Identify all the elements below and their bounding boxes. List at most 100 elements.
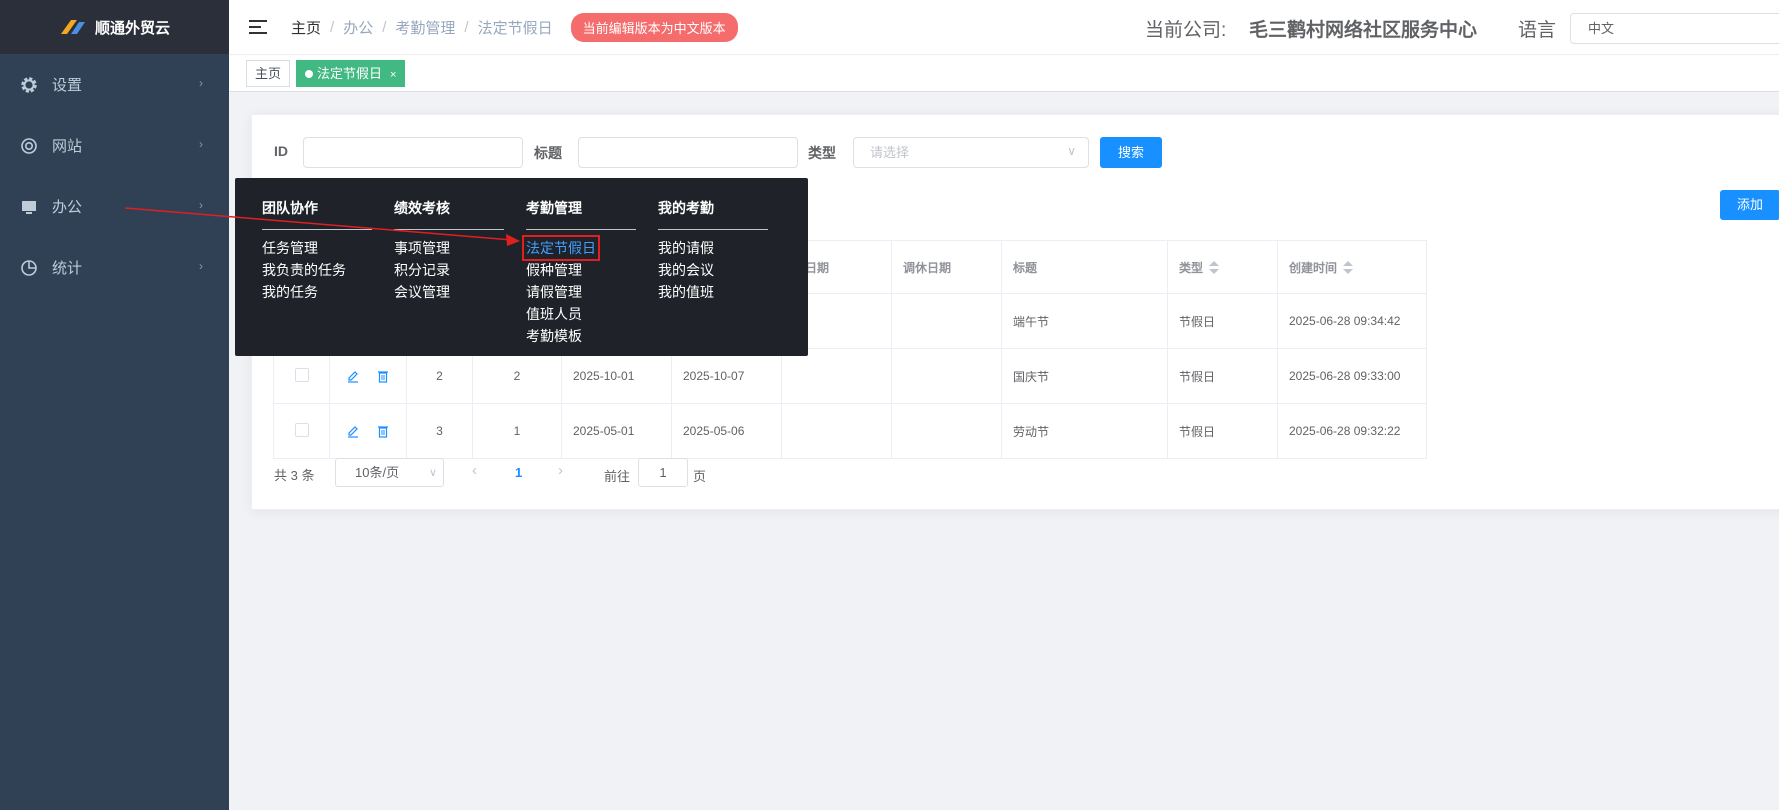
language-version-badge: 当前编辑版本为中文版本 (570, 12, 738, 42)
logo-icon (60, 20, 85, 34)
active-dot-icon (305, 70, 313, 78)
office-mega-menu: 团队协作 任务管理 我负责的任务 我的任务 绩效考核 事项管理 积分记录 会议管… (235, 178, 808, 356)
cell-days: 1 (472, 403, 562, 459)
cell-end: 2025-05-06 (671, 403, 782, 459)
table-row: 3 1 2025-05-01 2025-05-06 劳动节 节假日 2025-0… (273, 403, 1427, 459)
menu-item-my-duty[interactable]: 我的值班 (658, 281, 768, 303)
delete-icon[interactable] (376, 369, 390, 384)
next-page-icon[interactable]: › (558, 462, 563, 479)
language-select[interactable]: 中文 (1570, 13, 1779, 44)
chevron-right-icon: › (199, 76, 203, 90)
page-suffix: 页 (693, 469, 707, 484)
menu-column-team: 团队协作 任务管理 我负责的任务 我的任务 (262, 198, 372, 303)
goto-page-input[interactable]: 1 (638, 458, 688, 487)
hamburger-icon[interactable] (249, 20, 267, 34)
menu-column-title: 我的考勤 (658, 198, 768, 230)
goto-label: 前往 (604, 469, 631, 484)
menu-item-my-leave[interactable]: 我的请假 (658, 237, 768, 259)
menu-item-task-management[interactable]: 任务管理 (262, 237, 372, 259)
add-button[interactable]: 添加 (1720, 190, 1779, 220)
delete-icon[interactable] (376, 424, 390, 439)
tag-label: 法定节假日 (317, 66, 383, 81)
menu-column-title: 团队协作 (262, 198, 372, 230)
cell-id: 3 (406, 403, 473, 459)
pagination-total: 共 3 条 (274, 468, 315, 483)
table-row: 2 2 2025-10-01 2025-10-07 国庆节 节假日 2025-0… (273, 348, 1427, 404)
sort-icon[interactable] (1209, 261, 1220, 275)
page-size-select[interactable]: 10条/页 ∨ (335, 458, 444, 487)
col-type[interactable]: 类型 (1167, 240, 1278, 294)
page-number-current[interactable]: 1 (515, 465, 522, 480)
company-label: 当前公司: (1145, 20, 1227, 41)
menu-item-legal-holidays[interactable]: 法定节假日 (522, 235, 600, 261)
breadcrumb-separator: / (464, 18, 469, 36)
cell-days: 2 (472, 348, 562, 404)
row-select-cell (273, 403, 330, 459)
cell-end: 2025-10-07 (671, 348, 782, 404)
menu-item-attendance-templates[interactable]: 考勤模板 (526, 325, 636, 347)
row-checkbox[interactable] (294, 422, 309, 437)
sidebar-item-office[interactable]: 办公 › (0, 176, 229, 237)
sidebar-item-website[interactable]: 网站 › (0, 115, 229, 176)
prev-page-icon[interactable]: ‹ (472, 462, 477, 479)
cell-title: 国庆节 (1001, 348, 1168, 404)
col-created[interactable]: 创建时间 (1277, 240, 1427, 294)
menu-item-meeting-management[interactable]: 会议管理 (394, 281, 504, 303)
cell-work-date (781, 403, 892, 459)
cell-type: 节假日 (1167, 403, 1278, 459)
cell-start: 2025-10-01 (561, 348, 672, 404)
monitor-icon (20, 198, 38, 216)
row-checkbox[interactable] (294, 367, 309, 382)
menu-item-duty-staff[interactable]: 值班人员 (526, 303, 636, 325)
company-name: 毛三鹳村网络社区服务中心 (1249, 20, 1478, 41)
breadcrumb-holidays: 法定节假日 (477, 19, 553, 37)
type-label: 类型 (808, 145, 836, 161)
col-title: 标题 (1001, 240, 1168, 294)
sidebar-item-settings[interactable]: 设置 › (0, 54, 229, 115)
id-input[interactable] (303, 137, 523, 168)
breadcrumb-separator: / (330, 18, 335, 36)
sidebar-item-stats[interactable]: 统计 › (0, 237, 229, 298)
gear-icon (20, 76, 38, 94)
search-button[interactable]: 搜索 (1100, 137, 1162, 168)
sidebar-item-label: 办公 (52, 199, 83, 216)
edit-icon[interactable] (346, 369, 360, 384)
cell-start: 2025-05-01 (561, 403, 672, 459)
close-icon[interactable]: × (390, 69, 396, 81)
row-actions-cell (329, 348, 407, 404)
menu-column-title: 绩效考核 (394, 198, 504, 230)
sidebar: 顺通外贸云 设置 › 网站 › 办公 › 统计 › (0, 0, 229, 810)
menu-item-points-record[interactable]: 积分记录 (394, 259, 504, 281)
menu-item-matters[interactable]: 事项管理 (394, 237, 504, 259)
top-navbar: 主页 / 办公 / 考勤管理 / 法定节假日 当前编辑版本为中文版本 当前公司:… (229, 0, 1779, 55)
language-label: 语言 (1518, 20, 1557, 41)
app-name: 顺通外贸云 (94, 19, 170, 37)
title-input[interactable] (578, 137, 798, 168)
tag-holidays[interactable]: 法定节假日 × (296, 60, 406, 87)
app-logo[interactable]: 顺通外贸云 (0, 0, 229, 54)
breadcrumb-office: 办公 (343, 19, 374, 37)
breadcrumb: 主页 / 办公 / 考勤管理 / 法定节假日 (291, 17, 553, 38)
edit-icon[interactable] (346, 424, 360, 439)
col-rest-date: 调休日期 (891, 240, 1002, 294)
cell-type: 节假日 (1167, 293, 1278, 349)
chevron-down-icon: ∨ (428, 467, 437, 479)
menu-item-my-meetings[interactable]: 我的会议 (658, 259, 768, 281)
menu-item-leave-types[interactable]: 假种管理 (526, 259, 636, 281)
cell-title: 端午节 (1001, 293, 1168, 349)
sort-icon[interactable] (1343, 261, 1354, 275)
chevron-down-icon: ∨ (1067, 144, 1076, 158)
menu-item-my-tasks[interactable]: 我的任务 (262, 281, 372, 303)
menu-item-leave-management[interactable]: 请假管理 (526, 281, 636, 303)
menu-item-my-responsible-tasks[interactable]: 我负责的任务 (262, 259, 372, 281)
type-select[interactable]: 请选择 ∨ (853, 137, 1089, 168)
cell-created: 2025-06-28 09:32:22 (1277, 403, 1427, 459)
cell-title: 劳动节 (1001, 403, 1168, 459)
menu-column-attendance: 考勤管理 法定节假日 假种管理 请假管理 值班人员 考勤模板 (522, 198, 636, 347)
sidebar-item-label: 统计 (52, 260, 83, 277)
lifebuoy-icon (20, 137, 38, 155)
breadcrumb-home[interactable]: 主页 (291, 17, 321, 38)
tag-home[interactable]: 主页 (246, 60, 291, 87)
cell-rest-date (891, 348, 1002, 404)
breadcrumb-attendance: 考勤管理 (395, 19, 456, 37)
